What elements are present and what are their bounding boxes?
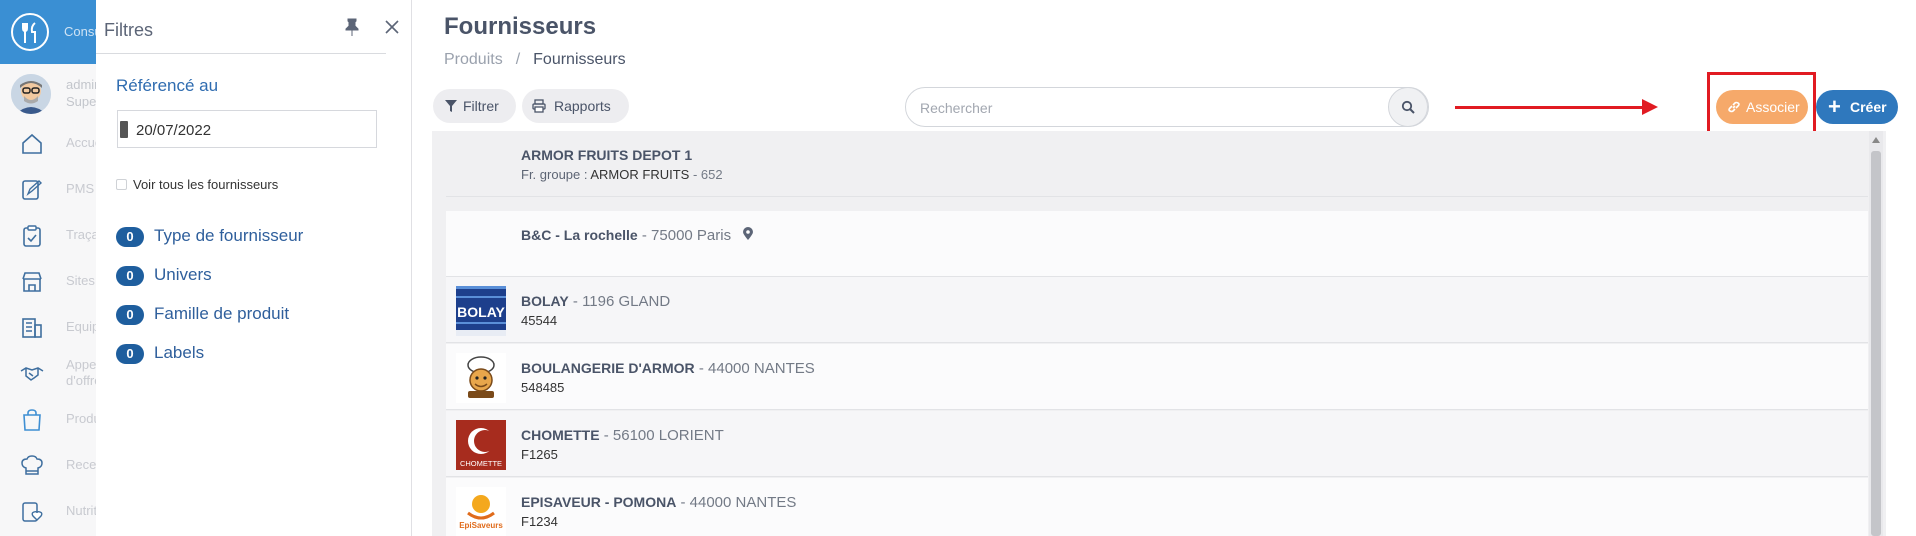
facet-count-badge: 0 [116, 266, 144, 286]
breadcrumb-separator: / [515, 51, 521, 68]
svg-text:EpiSaveurs: EpiSaveurs [459, 521, 503, 530]
scrollbar-thumb[interactable] [1871, 151, 1881, 536]
supplier-name: ARMOR FRUITS DEPOT 1 [521, 147, 693, 163]
supplier-name: EPISAVEUR - POMONA - 44000 NANTES [521, 494, 797, 511]
handshake-icon [20, 367, 44, 381]
clipboard-icon [23, 225, 41, 247]
rail-item-label: PMS [66, 181, 95, 196]
list-item[interactable]: BOLAY BOLAY - 1196 GLAND 45544 [446, 277, 1868, 343]
svg-text:CHOMETTE: CHOMETTE [460, 459, 502, 468]
supplier-name: B&C - La rochelle - 75000 Paris [521, 227, 753, 244]
close-icon[interactable] [383, 18, 401, 36]
chef-hat-icon [21, 455, 43, 475]
list-item[interactable]: BOULANGERIE D'ARMOR - 44000 NANTES 54848… [446, 344, 1868, 410]
heart-list-icon [22, 502, 43, 522]
store-icon [22, 272, 42, 292]
supplier-name: BOLAY - 1196 GLAND [521, 293, 671, 310]
filters-panel: Filtres Référencé au 20/07/2022 Voir tou… [96, 0, 412, 536]
supplier-code: 45544 [521, 313, 558, 328]
filter-label: Filtrer [463, 98, 499, 114]
associate-button[interactable]: Associer [1716, 90, 1808, 124]
supplier-name: BOULANGERIE D'ARMOR - 44000 NANTES [521, 360, 815, 377]
svg-text:BOLAY: BOLAY [457, 304, 505, 320]
list-item[interactable]: CHOMETTE CHOMETTE - 56100 LORIENT F1265 [446, 411, 1868, 477]
annotation-arrow [1455, 106, 1645, 109]
home-icon [22, 133, 42, 154]
search-input[interactable] [920, 97, 1380, 119]
chomette-logo: CHOMETTE [456, 420, 506, 470]
plus-icon: + [1828, 94, 1841, 119]
bag-icon [23, 409, 41, 431]
list-scrollbar[interactable] [1869, 131, 1883, 536]
boulangerie-logo [456, 353, 506, 403]
create-label: Créer [1850, 99, 1887, 115]
facet-label: Univers [154, 265, 212, 284]
supplier-code: F1234 [521, 514, 558, 529]
facet-count-badge: 0 [116, 344, 144, 364]
list-item[interactable]: ARMOR FRUITS DEPOT 1 Fr. groupe : ARMOR … [446, 131, 1868, 197]
bolay-logo: BOLAY [456, 286, 506, 336]
facet-count-badge: 0 [116, 227, 144, 247]
scroll-up-icon[interactable] [1872, 137, 1880, 143]
funnel-icon [445, 100, 457, 112]
ref-date-label: Référencé au [116, 76, 219, 95]
list-item[interactable]: B&C - La rochelle - 75000 Paris [446, 211, 1868, 277]
associate-label: Associer [1746, 99, 1800, 115]
search-button[interactable] [1388, 87, 1428, 127]
link-icon [1728, 101, 1740, 113]
filter-button[interactable]: Filtrer [433, 89, 516, 123]
pin-icon[interactable] [344, 18, 360, 36]
map-pin-icon[interactable] [743, 227, 753, 241]
annotation-arrow-head [1642, 99, 1658, 115]
see-all-checkbox[interactable] [116, 179, 127, 190]
search-box [905, 87, 1429, 127]
facet-label: Labels [154, 343, 205, 362]
page-title: Fournisseurs [444, 13, 597, 40]
facet-label: Famille de produit [154, 304, 290, 323]
filters-header: Filtres [96, 0, 386, 54]
main-content: Fournisseurs Produits / Fournisseurs Filtr… [412, 0, 1916, 536]
date-value: 20/07/2022 [136, 122, 212, 139]
list-item[interactable]: EpiSaveurs EPISAVEUR - POMONA - 44000 NA… [446, 478, 1868, 536]
see-all-label: Voir tous les fournisseurs [133, 177, 279, 192]
supplier-subtitle: Fr. groupe : ARMOR FRUITS - 652 [521, 167, 723, 182]
supplier-name: CHOMETTE - 56100 LORIENT [521, 427, 724, 444]
search-icon [1401, 100, 1415, 114]
calendar-icon [120, 121, 128, 138]
edit-icon [22, 180, 43, 200]
episaveur-logo: EpiSaveurs [456, 487, 506, 536]
facet-count-badge: 0 [116, 305, 144, 325]
breadcrumb: Produits / Fournisseurs [444, 51, 626, 69]
date-field[interactable]: 20/07/2022 [117, 110, 377, 148]
create-button[interactable]: + Créer [1816, 90, 1898, 124]
reports-button[interactable]: Rapports [522, 89, 629, 123]
reports-label: Rapports [554, 98, 611, 114]
fork-knife-icon [11, 13, 49, 51]
printer-icon [532, 99, 546, 113]
facet-label: Type de fournisseur [154, 226, 304, 245]
building-icon [22, 318, 42, 338]
rail-item-label: Sites [66, 273, 95, 288]
supplier-code: F1265 [521, 447, 558, 462]
supplier-code: 548485 [521, 380, 565, 395]
filters-title: Filtres [104, 20, 153, 40]
breadcrumb-parent[interactable]: Produits [444, 51, 503, 68]
supplier-list: ARMOR FRUITS DEPOT 1 Fr. groupe : ARMOR … [432, 131, 1886, 536]
avatar[interactable] [11, 74, 51, 114]
breadcrumb-current: Fournisseurs [533, 51, 626, 68]
